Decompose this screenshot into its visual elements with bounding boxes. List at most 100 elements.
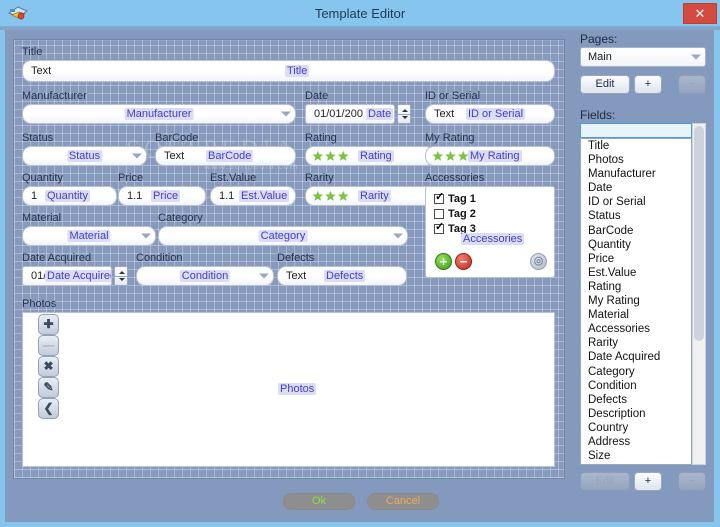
cancel-button[interactable]: Cancel	[367, 493, 439, 510]
field-title[interactable]: Text Title	[22, 60, 555, 82]
fields-list-item[interactable]: Defects	[581, 393, 691, 407]
field-manufacturer[interactable]: Manufacturer	[22, 104, 296, 124]
field-price[interactable]: 1.1 Price	[118, 186, 206, 206]
close-icon[interactable]: ✕	[683, 3, 717, 24]
field-material[interactable]: Material	[22, 226, 156, 246]
chevron-down-icon[interactable]	[259, 273, 269, 279]
field-photos[interactable]: Photos	[22, 312, 555, 467]
my-rating-stars[interactable]: ★ ★ ★	[432, 150, 469, 163]
fields-scrollbar-thumb[interactable]	[694, 126, 704, 341]
field-defects[interactable]: Text Defects	[277, 266, 407, 286]
fields-list-item[interactable]: Rating	[581, 280, 691, 294]
edit-photo-button[interactable]: ✎	[38, 377, 59, 398]
template-editor-window: Template Editor ✕ SOFTPEDIA www.softpedi…	[0, 0, 720, 527]
rarity-stars[interactable]: ★ ★ ★	[312, 190, 349, 203]
field-date[interactable]: 01/01/200 Date	[305, 104, 395, 124]
add-photo-button[interactable]: ✚	[38, 314, 59, 335]
pages-add-button[interactable]: +	[634, 75, 662, 94]
pages-edit-button[interactable]: Edit	[580, 75, 630, 94]
label-date-acquired: Date Acquired	[22, 252, 92, 264]
star-icon: ★	[337, 188, 349, 204]
fields-list[interactable]: Title Photos Manufacturer Date ID or Serial S…	[580, 138, 692, 465]
ok-button-label: Ok	[311, 495, 327, 507]
checkbox-icon[interactable]	[434, 209, 444, 219]
date-spinner[interactable]	[397, 104, 411, 124]
fields-list-item[interactable]: Rarity	[581, 336, 691, 350]
field-category[interactable]: Category	[158, 226, 408, 246]
fields-list-item[interactable]: My Rating	[581, 294, 691, 308]
field-my-rating-tag: My Rating	[468, 150, 522, 162]
label-barcode: BarCode	[155, 132, 199, 144]
chevron-down-icon[interactable]	[691, 54, 701, 60]
field-barcode-value: Text	[164, 150, 185, 162]
chevron-down-icon[interactable]	[132, 153, 142, 159]
fields-list-item[interactable]: BarCode	[581, 224, 691, 238]
fields-list-item[interactable]: Size	[581, 449, 691, 463]
field-date-acquired[interactable]: 01/ Date Acquired	[22, 266, 112, 286]
fields-list-item[interactable]: Date Acquired	[581, 350, 691, 364]
checkbox-icon[interactable]	[434, 221, 444, 234]
fields-add-button[interactable]: +	[634, 472, 662, 491]
pages-select[interactable]: Main	[580, 47, 706, 67]
fields-list-item[interactable]: Est.Value	[581, 266, 691, 280]
fields-list-item[interactable]: Material	[581, 308, 691, 322]
template-design-canvas[interactable]: SOFTPEDIA www.softpedia.com Title Text T…	[13, 39, 565, 479]
field-status[interactable]: Status	[22, 146, 147, 166]
accessory-item[interactable]: Tag 2	[434, 208, 476, 220]
fields-edit-button[interactable]: Edit	[580, 472, 630, 491]
delete-photo-button[interactable]: ✖	[38, 356, 59, 377]
field-quantity-tag: Quantity	[45, 190, 90, 202]
rating-stars[interactable]: ★ ★ ★	[312, 150, 349, 163]
field-quantity[interactable]: 1 Quantity	[22, 186, 117, 206]
fields-list-item[interactable]: Photos	[581, 153, 691, 167]
date-acquired-spinner[interactable]	[114, 266, 128, 286]
field-est-value-value: 1.1	[219, 190, 235, 202]
fields-search-input[interactable]	[580, 123, 692, 138]
chevron-down-icon[interactable]	[141, 233, 151, 239]
fields-list-item[interactable]: Condition	[581, 379, 691, 393]
ok-button[interactable]: Ok	[283, 493, 355, 510]
fields-scrollbar[interactable]	[692, 123, 706, 465]
field-my-rating[interactable]: ★ ★ ★ My Rating	[425, 146, 555, 166]
field-photos-tag: Photos	[278, 383, 317, 395]
field-rarity[interactable]: ★ ★ ★ Rarity	[305, 186, 435, 206]
checkbox-icon[interactable]	[434, 191, 444, 204]
fields-label: Fields:	[580, 108, 616, 122]
back-photo-button[interactable]: ❮	[38, 398, 59, 419]
accessories-remove-button[interactable]: −	[455, 253, 472, 270]
fields-list-item[interactable]: Accessories	[581, 322, 691, 336]
label-rating: Rating	[305, 132, 337, 144]
remove-photo-button[interactable]: —	[38, 335, 59, 356]
fields-list-item[interactable]: Description	[581, 407, 691, 421]
accessories-add-button[interactable]: +	[435, 253, 452, 270]
fields-list-item[interactable]: Manufacturer	[581, 167, 691, 181]
chevron-down-icon[interactable]	[281, 111, 291, 117]
field-price-value: 1.1	[127, 190, 143, 202]
label-condition: Condition	[136, 252, 183, 264]
title-bar: Template Editor ✕	[0, 0, 720, 27]
field-defects-value: Text	[286, 270, 307, 282]
fields-list-item[interactable]: Country	[581, 421, 691, 435]
chevron-down-icon[interactable]	[393, 233, 403, 239]
label-est-value: Est.Value	[210, 172, 257, 184]
field-accessories[interactable]: Tag 1 Tag 2 Tag 3 Accessories + − ◎	[425, 186, 555, 278]
field-rating[interactable]: ★ ★ ★ Rating	[305, 146, 435, 166]
fields-list-item[interactable]: Title	[581, 139, 691, 153]
label-id-or-serial: ID or Serial	[425, 90, 481, 102]
field-condition[interactable]: Condition	[136, 266, 274, 286]
fields-list-item[interactable]: Category	[581, 365, 691, 379]
fields-list-item[interactable]: Address	[581, 435, 691, 449]
field-barcode[interactable]: Text BarCode	[155, 146, 296, 166]
fields-list-item[interactable]: Date	[581, 181, 691, 195]
field-est-value[interactable]: 1.1 Est.Value	[210, 186, 296, 206]
fields-remove-button[interactable]: −	[678, 472, 706, 491]
fields-list-item[interactable]: ID or Serial	[581, 195, 691, 209]
pages-remove-button[interactable]: −	[678, 75, 706, 94]
accessory-item[interactable]: Tag 1	[434, 191, 476, 205]
field-id-or-serial[interactable]: Text ID or Serial	[425, 104, 555, 124]
fields-list-item[interactable]: Status	[581, 209, 691, 223]
accessories-options-button[interactable]: ◎	[530, 253, 547, 270]
field-material-tag: Material	[67, 230, 111, 242]
fields-list-item[interactable]: Quantity	[581, 238, 691, 252]
fields-list-item[interactable]: Price	[581, 252, 691, 266]
